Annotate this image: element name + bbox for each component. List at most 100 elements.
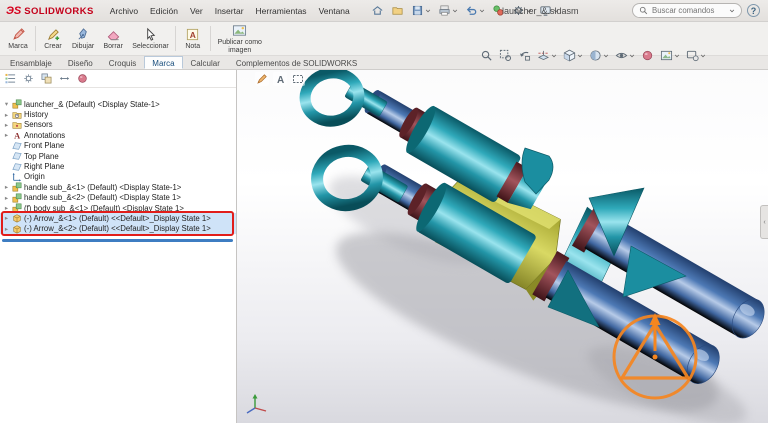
view-settings-button[interactable] (685, 48, 707, 63)
tree-item[interactable]: ▸ handle sub_&<1> (Default) <Display Stat… (0, 182, 236, 192)
tree-item[interactable]: Right Plane (0, 161, 236, 171)
seleccionar-button[interactable]: Seleccionar (128, 23, 173, 54)
print-button[interactable] (437, 3, 459, 18)
menu-edición[interactable]: Edición (144, 2, 184, 20)
dibujar-icon (76, 27, 91, 42)
edit-appearance-button[interactable] (640, 48, 655, 63)
expander-icon[interactable]: ▸ (3, 111, 10, 119)
menu-archivo[interactable]: Archivo (104, 2, 144, 20)
model-handle-ring-1[interactable] (299, 70, 365, 127)
tab-croquis[interactable]: Croquis (101, 56, 145, 69)
borrar-button[interactable]: Borrar (98, 23, 128, 54)
ribbon-separator (209, 26, 211, 51)
tree-item-label: handle sub_&<1> (Default) <Display State… (24, 182, 182, 192)
expander-icon[interactable]: ▸ (3, 131, 10, 139)
plane-icon (12, 162, 22, 172)
ribbon-button-label: Crear (44, 42, 62, 50)
tree-item[interactable]: ▸ Sensors (0, 120, 236, 130)
markup-pencil-button[interactable] (255, 72, 269, 86)
menu-herramientas[interactable]: Herramientas (250, 2, 313, 20)
configurationmanager-tab[interactable] (39, 72, 54, 85)
expander-icon[interactable]: ▾ (3, 100, 10, 108)
save-button[interactable] (410, 3, 432, 18)
task-pane-tab[interactable]: ‹ (760, 205, 768, 239)
command-search[interactable] (632, 3, 742, 18)
main-area: ▾ launcher_& (Default) <Display State-1> ▸… (0, 70, 768, 423)
zoom-fit-button[interactable] (479, 48, 494, 63)
propertymanager-tab[interactable] (21, 72, 36, 85)
viewport-markup-tools: A (255, 72, 305, 86)
origin-icon (12, 172, 22, 182)
assembly-icon (12, 99, 22, 109)
search-caret-icon[interactable] (729, 8, 735, 14)
reference-triad (246, 394, 267, 414)
tree-item-label: History (24, 110, 49, 120)
tab-marca[interactable]: Marca (144, 56, 183, 69)
help-button[interactable]: ? (747, 4, 760, 17)
markup-rectangle[interactable] (1, 211, 234, 236)
tree-item[interactable]: ▸ handle sub_&<2> (Default) <Display Stat… (0, 193, 236, 203)
previous-view-button[interactable] (517, 48, 532, 63)
nota-button[interactable]: A Nota (178, 23, 208, 54)
markup-view-button[interactable] (291, 72, 305, 86)
apply-scene-caret-icon (674, 53, 680, 59)
graphics-viewport[interactable]: A ‹ (237, 70, 768, 423)
display-style-button[interactable] (588, 48, 610, 63)
undo-icon (465, 4, 478, 17)
view-settings-caret-icon (700, 53, 706, 59)
viewport-canvas[interactable] (237, 70, 768, 423)
seleccionar-icon (143, 27, 158, 42)
tree-item-label: launcher_& (Default) <Display State-1> (24, 99, 160, 109)
publicar-icon (232, 23, 247, 38)
expander-icon[interactable]: ▸ (3, 194, 10, 202)
expander-icon[interactable]: ▸ (3, 183, 10, 191)
tree-item[interactable]: Origin (0, 172, 236, 182)
view-orientation-button[interactable] (562, 48, 584, 63)
tab-ensamblaje[interactable]: Ensamblaje (2, 56, 60, 69)
expander-icon[interactable]: ▸ (3, 121, 10, 129)
section-view-icon (537, 49, 550, 62)
hide-show-items-button[interactable] (614, 48, 636, 63)
print-icon (438, 4, 451, 17)
tree-item[interactable]: ▸ History (0, 109, 236, 119)
tab-calcular[interactable]: Calcular (183, 56, 228, 69)
menu-ver[interactable]: Ver (184, 2, 209, 20)
assembly-icon (12, 193, 22, 203)
ribbon-separator (35, 26, 36, 51)
menu-insertar[interactable]: Insertar (209, 2, 250, 20)
section-view-button[interactable] (536, 48, 558, 63)
tab-complementos-de-solidworks[interactable]: Complementos de SOLIDWORKS (228, 56, 365, 69)
displaymanager-tab[interactable] (75, 72, 90, 85)
search-input[interactable] (652, 6, 725, 15)
menu-bar: ЭS SOLIDWORKS Archivo Edición Ver Insertar H… (0, 0, 768, 22)
markup-view-icon (292, 73, 304, 85)
ribbon-button-label: Nota (185, 42, 201, 50)
marca-icon (11, 27, 26, 42)
crear-button[interactable]: Crear (38, 23, 68, 54)
home-button[interactable] (370, 3, 385, 18)
undo-caret-icon (479, 8, 485, 14)
feature-manager-panel: ▾ launcher_& (Default) <Display State-1> ▸… (0, 70, 237, 423)
tree-item-label: Front Plane (24, 141, 65, 151)
panel-tab-bar (0, 70, 236, 88)
zoom-area-button[interactable] (498, 48, 513, 63)
tree-item[interactable]: Front Plane (0, 141, 236, 151)
dibujar-button[interactable]: Dibujar (68, 23, 98, 54)
apply-scene-button[interactable] (659, 48, 681, 63)
dimxpertmanager-tab[interactable] (57, 72, 72, 85)
menu-ventana[interactable]: Ventana (313, 2, 356, 20)
plane-icon (12, 151, 22, 161)
svg-text:A: A (14, 132, 20, 141)
publicar-button[interactable]: Publicar como imagen (213, 23, 267, 54)
marca-button[interactable]: Marca (3, 23, 33, 54)
open-button[interactable] (390, 3, 405, 18)
tab-diseño[interactable]: Diseño (60, 56, 101, 69)
markup-text-button[interactable]: A (273, 72, 287, 86)
tree-item[interactable]: ▾ launcher_& (Default) <Display State-1> (0, 99, 236, 109)
propertymanager-icon (23, 73, 34, 84)
undo-button[interactable] (464, 3, 486, 18)
tree-item[interactable]: ▸ A Annotations (0, 130, 236, 141)
tree-item[interactable]: Top Plane (0, 151, 236, 161)
featuremanager-tab[interactable] (3, 72, 18, 85)
rollback-bar[interactable] (2, 239, 233, 242)
